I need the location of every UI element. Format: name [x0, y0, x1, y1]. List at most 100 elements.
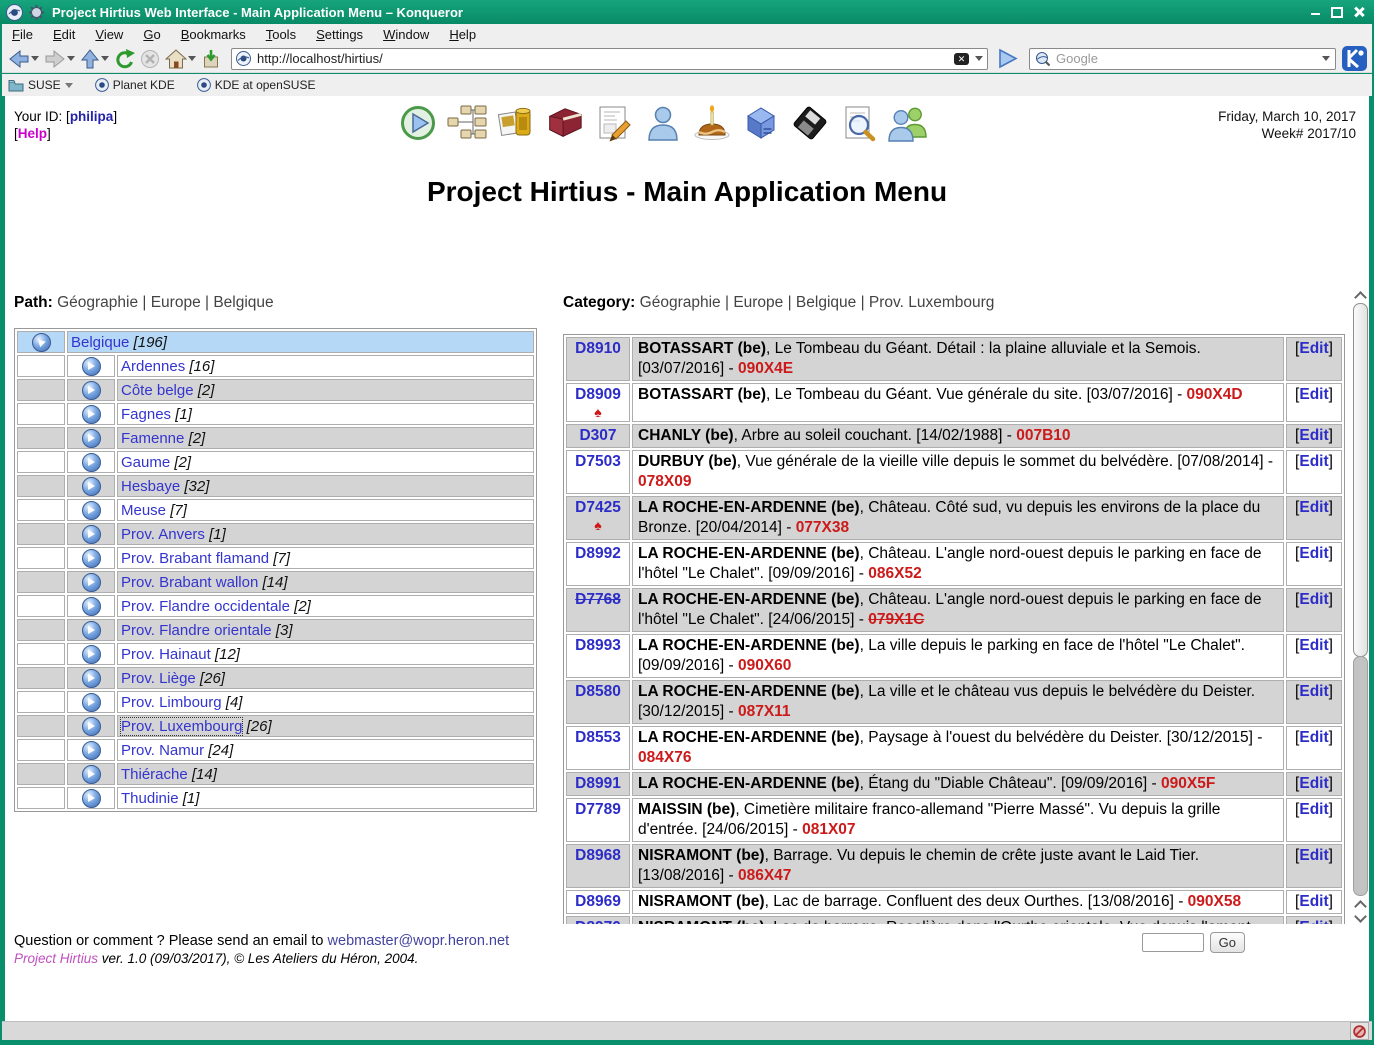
menu-bookmarks[interactable]: Bookmarks	[171, 27, 256, 42]
search-document-icon[interactable]	[839, 102, 879, 144]
tree-link-ardennes[interactable]: Ardennes	[121, 358, 185, 375]
tree-link-thi-rache[interactable]: Thiérache	[121, 766, 188, 783]
record-id-link[interactable]: D7425	[575, 499, 621, 516]
globe-forward-icon[interactable]	[82, 549, 101, 568]
record-id-link[interactable]: D8910	[575, 340, 621, 357]
tree-link-prov-li-ge[interactable]: Prov. Liège	[121, 670, 196, 687]
edit-record-link[interactable]: Edit	[1299, 453, 1328, 470]
photos-icon[interactable]	[496, 102, 536, 144]
tree-link-prov-flandre-orientale[interactable]: Prov. Flandre orientale	[121, 622, 272, 639]
up-button[interactable]	[79, 48, 110, 70]
reload-button[interactable]	[113, 48, 136, 70]
tree-link-gaume[interactable]: Gaume	[121, 454, 170, 471]
edit-record-link[interactable]: Edit	[1299, 499, 1328, 516]
tree-link-prov-luxembourg[interactable]: Prov. Luxembourg	[121, 718, 242, 735]
menu-view[interactable]: View	[85, 27, 133, 42]
edit-record-link[interactable]: Edit	[1299, 919, 1328, 924]
globe-forward-icon[interactable]	[82, 381, 101, 400]
edit-record-link[interactable]: Edit	[1299, 847, 1328, 864]
menu-window[interactable]: Window	[373, 27, 439, 42]
tree-link-meuse[interactable]: Meuse	[121, 502, 166, 519]
tree-root-link[interactable]: Belgique	[71, 334, 129, 351]
scroll-up-icon[interactable]	[1352, 288, 1369, 302]
kde-logo-icon[interactable]	[1342, 46, 1367, 71]
bookmark-planet-kde[interactable]: Planet KDE	[95, 78, 175, 92]
stop-button[interactable]	[139, 48, 161, 70]
user-icon[interactable]	[643, 102, 683, 144]
globe-forward-icon[interactable]	[82, 717, 101, 736]
record-id-link[interactable]: D8909	[575, 386, 621, 403]
edit-record-link[interactable]: Edit	[1299, 893, 1328, 910]
close-icon[interactable]	[1350, 4, 1368, 20]
globe-forward-icon[interactable]	[82, 405, 101, 424]
gear-icon[interactable]	[28, 4, 45, 21]
go-record-button[interactable]: Go	[1210, 932, 1245, 953]
edit-record-link[interactable]: Edit	[1299, 386, 1328, 403]
record-id-link[interactable]: D7789	[575, 801, 621, 818]
record-id-link[interactable]: D8991	[575, 775, 621, 792]
record-id-link[interactable]: D8993	[575, 637, 621, 654]
tree-link-prov-namur[interactable]: Prov. Namur	[121, 742, 204, 759]
tree-link-prov-brabant-flamand[interactable]: Prov. Brabant flamand	[121, 550, 269, 567]
globe-forward-icon[interactable]	[82, 669, 101, 688]
record-id-link[interactable]: D8553	[575, 729, 621, 746]
tree-link-hesbaye[interactable]: Hesbaye	[121, 478, 180, 495]
globe-forward-icon[interactable]	[82, 645, 101, 664]
project-hirtius-link[interactable]: Project Hirtius	[14, 951, 98, 966]
edit-record-link[interactable]: Edit	[1299, 801, 1328, 818]
clear-url-icon[interactable]: ✕	[954, 53, 969, 65]
url-input[interactable]	[255, 50, 954, 67]
tree-link-c-te-belge[interactable]: Côte belge	[121, 382, 194, 399]
record-id-link[interactable]: D8969	[575, 893, 621, 910]
record-id-link[interactable]: D7503	[575, 453, 621, 470]
menu-edit[interactable]: Edit	[43, 27, 85, 42]
record-id-link[interactable]: D7768	[575, 591, 621, 608]
forward-button[interactable]	[43, 48, 76, 70]
back-button[interactable]	[7, 48, 40, 70]
help-link[interactable]: [Help]	[14, 126, 51, 141]
menu-file[interactable]: File	[2, 27, 43, 42]
record-id-link[interactable]: D8580	[575, 683, 621, 700]
run-icon[interactable]	[398, 102, 438, 144]
edit-record-link[interactable]: Edit	[1299, 775, 1328, 792]
globe-forward-icon[interactable]	[82, 597, 101, 616]
go-button[interactable]	[994, 46, 1020, 71]
edit-record-link[interactable]: Edit	[1299, 591, 1328, 608]
edit-record-link[interactable]: Edit	[1299, 637, 1328, 654]
menu-tools[interactable]: Tools	[256, 27, 306, 42]
globe-forward-icon[interactable]	[82, 453, 101, 472]
tree-link-prov-limbourg[interactable]: Prov. Limbourg	[121, 694, 222, 711]
bookmark-suse[interactable]: SUSE	[8, 78, 73, 92]
bookmark-kde-opensuse[interactable]: KDE at openSUSE	[197, 78, 316, 92]
minimize-icon[interactable]	[1306, 4, 1324, 20]
edit-document-icon[interactable]	[594, 102, 634, 144]
globe-forward-icon[interactable]	[82, 501, 101, 520]
edit-record-link[interactable]: Edit	[1299, 729, 1328, 746]
globe-forward-icon[interactable]	[82, 765, 101, 784]
tree-link-prov-anvers[interactable]: Prov. Anvers	[121, 526, 205, 543]
edit-record-link[interactable]: Edit	[1299, 340, 1328, 357]
scrollbar-track[interactable]	[1353, 656, 1368, 896]
menu-settings[interactable]: Settings	[306, 27, 373, 42]
scroll-down-icon[interactable]	[1352, 911, 1369, 925]
globe-forward-icon[interactable]	[82, 621, 101, 640]
hierarchy-icon[interactable]	[447, 102, 487, 144]
globe-forward-icon[interactable]	[82, 477, 101, 496]
scroll-up2-icon[interactable]	[1352, 897, 1369, 911]
tree-link-thudinie[interactable]: Thudinie	[121, 790, 179, 807]
box-icon[interactable]	[741, 102, 781, 144]
save-page-button[interactable]	[200, 48, 222, 70]
home-button[interactable]	[164, 48, 197, 70]
record-id-input[interactable]	[1142, 933, 1204, 952]
record-id-link[interactable]: D8968	[575, 847, 621, 864]
url-dropdown-icon[interactable]	[975, 56, 983, 61]
tree-link-fagnes[interactable]: Fagnes	[121, 406, 171, 423]
record-id-link[interactable]: D8970	[575, 919, 621, 924]
maximize-icon[interactable]	[1328, 4, 1346, 20]
globe-forward-icon[interactable]	[82, 741, 101, 760]
book-icon[interactable]	[545, 102, 585, 144]
edit-record-link[interactable]: Edit	[1299, 545, 1328, 562]
edit-record-link[interactable]: Edit	[1299, 683, 1328, 700]
search-dropdown-icon[interactable]	[1322, 56, 1330, 61]
globe-back-icon[interactable]	[32, 333, 51, 352]
